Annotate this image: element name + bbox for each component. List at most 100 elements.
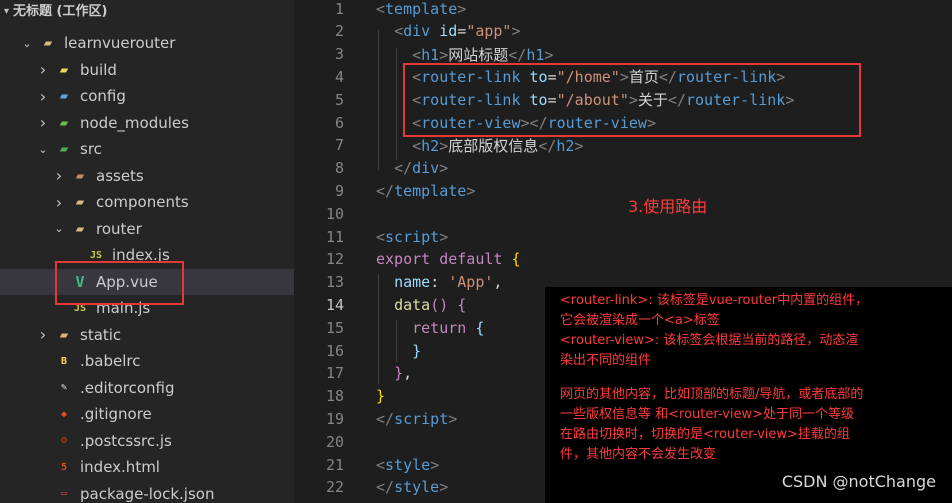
line-number: 5 xyxy=(334,90,344,109)
code-token: router-link xyxy=(676,68,777,87)
chevron-right-icon: › xyxy=(39,60,47,79)
code-token: < xyxy=(376,455,386,474)
code-token: name xyxy=(394,273,431,292)
code-line[interactable]: 11 <script> xyxy=(294,225,952,248)
annotation-note: <router-link>: 该标签是vue-router中内置的组件， 它会被渲… xyxy=(545,287,952,503)
code-token: to xyxy=(529,91,548,110)
code-token: () xyxy=(430,295,449,314)
annotation-line: 一些版权信息等 和<router-view>处于同一个等级 xyxy=(560,407,855,422)
tree-folder-node-modules[interactable]: › ▰ node_modules xyxy=(0,110,294,136)
tree-file-gitignore[interactable]: ◆ .gitignore xyxy=(0,401,294,427)
code-line[interactable]: 7 <h2>底部版权信息</h2> xyxy=(294,134,952,157)
line-number: 10 xyxy=(325,204,344,223)
tree-file-package-lock-json[interactable]: ▭ package-lock.json xyxy=(0,481,294,503)
code-text: <template> xyxy=(376,0,466,18)
code-token: { xyxy=(511,250,521,269)
tree-folder-build[interactable]: › ▰ build xyxy=(0,57,294,83)
tree-file-main-js[interactable]: JS main.js xyxy=(0,295,294,321)
line-number: 16 xyxy=(325,341,344,360)
postcss-file-icon: ⚙ xyxy=(60,435,68,446)
workspace-header[interactable]: ▾ 无标题 (工作区) xyxy=(0,0,294,24)
code-token: style xyxy=(394,478,440,497)
code-line[interactable]: 3 <h1>网站标题</h1> xyxy=(294,43,952,66)
code-text: <div id="app"> xyxy=(376,22,520,40)
line-number: 18 xyxy=(325,387,344,406)
tree-file-app-vue[interactable]: V App.vue xyxy=(0,268,294,295)
line-number: 14 xyxy=(325,295,344,314)
code-token: router-link xyxy=(685,91,786,110)
code-text: } xyxy=(376,342,421,360)
code-line[interactable]: 12 export default { xyxy=(294,248,952,271)
code-token: } xyxy=(394,364,404,383)
tree-file-index-html[interactable]: 5 index.html xyxy=(0,454,294,480)
tree-item-label: node_modules xyxy=(80,113,189,132)
code-line[interactable]: 2 <div id="app"> xyxy=(294,20,952,43)
tree-folder-router[interactable]: ⌄ ▰ router xyxy=(0,216,294,242)
code-token: data xyxy=(394,295,431,314)
code-line[interactable]: 1 <template> xyxy=(294,0,952,20)
code-text: <h1>网站标题</h1> xyxy=(376,44,553,65)
code-token: > xyxy=(785,91,795,110)
tree-file-editorconfig[interactable]: ✎ .editorconfig xyxy=(0,375,294,401)
code-token: = xyxy=(547,91,557,110)
code-token: default xyxy=(439,250,503,269)
tree-folder-src[interactable]: ⌄ ▰ src xyxy=(0,136,294,162)
workspace-title: 无标题 (工作区) xyxy=(13,4,108,19)
code-text: <h2>底部版权信息</h2> xyxy=(376,135,583,156)
code-token: > xyxy=(439,227,449,246)
folder-icon: ▰ xyxy=(75,194,85,210)
tree-folder-static[interactable]: › ▰ static xyxy=(0,322,294,348)
assets-folder-icon: ▰ xyxy=(75,167,85,184)
tree-file-postcssrc-js[interactable]: ⚙ .postcssrc.js xyxy=(0,428,294,454)
code-line[interactable]: 8 </div> xyxy=(294,157,952,180)
line-number: 4 xyxy=(334,67,344,86)
code-token: "/home" xyxy=(556,68,620,87)
annotation-line: 网页的其他内容，比如顶部的标题/导航，或者底部的 xyxy=(560,387,864,402)
tree-folder-assets[interactable]: › ▰ assets xyxy=(0,163,294,189)
code-token: </ xyxy=(658,68,677,87)
line-number: 15 xyxy=(325,318,344,337)
code-text: data() { xyxy=(376,296,466,314)
line-number: 20 xyxy=(325,432,344,451)
tree-folder-components[interactable]: › ▰ components xyxy=(0,189,294,215)
tree-item-label: main.js xyxy=(96,299,151,317)
git-file-icon: ◆ xyxy=(60,408,68,420)
chevron-down-icon: ⌄ xyxy=(54,222,64,235)
code-line[interactable]: 9 </template> xyxy=(294,179,952,202)
code-text: <router-view></router-view> xyxy=(376,114,656,132)
chevron-right-icon: › xyxy=(39,86,47,106)
code-token: </ xyxy=(376,181,395,200)
code-line[interactable]: 4 <router-link to="/home">首页</router-lin… xyxy=(294,65,952,88)
code-token: export xyxy=(376,250,431,269)
npm-file-icon: ▭ xyxy=(60,488,68,499)
js-file-icon: JS xyxy=(73,302,87,314)
code-token: { xyxy=(457,295,467,314)
code-token: router-link xyxy=(421,91,521,110)
code-token: "/about" xyxy=(556,91,629,110)
tree-item-label: src xyxy=(80,140,102,158)
code-token: </ xyxy=(667,91,686,110)
code-token: </ xyxy=(538,136,557,155)
code-line[interactable]: 10 xyxy=(294,202,952,225)
tree-folder-learnvuerouter[interactable]: ⌄ ▰ learnvuerouter xyxy=(0,30,294,56)
line-number: 22 xyxy=(325,478,344,497)
code-line[interactable]: 6 <router-view></router-view> xyxy=(294,111,952,134)
chevron-right-icon: › xyxy=(39,113,47,132)
code-token: 'App' xyxy=(448,273,494,292)
code-line[interactable]: 5 <router-link to="/about">关于</router-li… xyxy=(294,88,952,111)
line-number: 19 xyxy=(325,409,344,428)
code-token: to xyxy=(529,68,548,87)
vue-file-icon: V xyxy=(75,272,85,291)
tree-file-babelrc[interactable]: B .babelrc xyxy=(0,348,294,374)
tree-folder-config[interactable]: › ▰ config xyxy=(0,83,294,109)
code-token: > xyxy=(544,45,554,64)
tree-item-label: App.vue xyxy=(96,272,158,291)
tree-file-index-js[interactable]: JS index.js xyxy=(0,242,294,268)
code-token: > xyxy=(574,136,584,155)
tree-item-label: router xyxy=(96,219,142,238)
code-token: { xyxy=(475,318,485,337)
